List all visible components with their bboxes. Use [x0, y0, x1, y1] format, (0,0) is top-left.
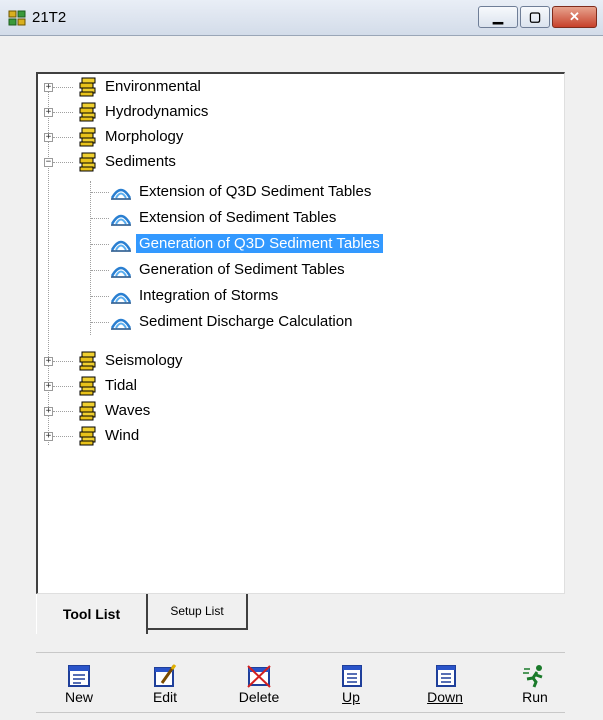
tree-line — [53, 436, 73, 437]
new-label: New — [64, 689, 93, 705]
delete-icon — [247, 665, 271, 688]
tree-item-tidal[interactable]: + Tidal — [38, 375, 558, 397]
tree-item-generation-sediment-tables[interactable]: Generation of Sediment Tables — [38, 259, 558, 281]
expand-icon[interactable]: + — [44, 432, 53, 441]
tree-line — [91, 218, 109, 219]
tree-item-label: Sediment Discharge Calculation — [139, 313, 353, 330]
expand-icon[interactable]: + — [44, 382, 53, 391]
minimize-button[interactable]: ▁ — [478, 6, 518, 28]
tree-line — [53, 411, 73, 412]
tree-item-sediments[interactable]: − Sediments — [38, 151, 558, 173]
toolbar-divider — [36, 652, 565, 653]
tree-line — [91, 296, 109, 297]
tree-item-extension-q3d-sediment-tables[interactable]: Extension of Q3D Sediment Tables — [38, 181, 558, 203]
folder-stack-icon — [79, 426, 96, 446]
folder-stack-icon — [79, 102, 96, 122]
maximize-icon: ▢ — [528, 9, 542, 24]
folder-stack-icon — [79, 376, 96, 396]
folder-stack-icon — [79, 351, 96, 371]
run-label: Run — [522, 689, 548, 705]
tree-item-environmental[interactable]: + Environmental — [38, 76, 558, 98]
move-up-icon — [342, 665, 362, 687]
tree-line — [91, 192, 109, 193]
folder-stack-icon — [79, 152, 96, 172]
up-label: Up — [342, 689, 360, 705]
tree-item-label: Hydrodynamics — [105, 103, 209, 120]
tree-item-label: Extension of Sediment Tables — [139, 209, 337, 226]
tree-item-label: Integration of Storms — [139, 287, 279, 304]
run-icon — [523, 665, 543, 688]
tree-item-label: Generation of Sediment Tables — [139, 261, 345, 278]
tree-item-waves[interactable]: + Waves — [38, 400, 558, 422]
new-icon — [68, 665, 90, 687]
window-title: 21T2 — [32, 9, 67, 26]
tab-tool-list[interactable]: Tool List — [36, 594, 148, 634]
title-bar[interactable]: 21T2 ▁ ▢ ✕ — [0, 0, 603, 36]
collapse-icon[interactable]: − — [44, 158, 53, 167]
app-icon — [8, 10, 26, 26]
expand-icon[interactable]: + — [44, 133, 53, 142]
tool-icon — [110, 188, 132, 200]
tree-line — [53, 361, 73, 362]
tree-item-label: Sediments — [105, 153, 176, 170]
edit-icon — [154, 664, 177, 687]
tool-icon — [110, 240, 132, 252]
tool-icon — [110, 292, 132, 304]
maximize-button[interactable]: ▢ — [520, 6, 550, 28]
expand-icon[interactable]: + — [44, 357, 53, 366]
expand-icon[interactable]: + — [44, 83, 53, 92]
tree-line — [53, 386, 73, 387]
folder-stack-icon — [79, 401, 96, 421]
tree-item-sediment-discharge-calculation[interactable]: Sediment Discharge Calculation — [38, 311, 558, 333]
tree-item-label: Wind — [105, 427, 140, 444]
tool-icon — [110, 266, 132, 278]
tree-item-wind[interactable]: + Wind — [38, 425, 558, 447]
expand-icon[interactable]: + — [44, 407, 53, 416]
tree-item-morphology[interactable]: + Morphology — [38, 126, 558, 148]
folder-stack-icon — [79, 77, 96, 97]
run-button[interactable]: Run — [500, 654, 570, 712]
up-button[interactable]: Up — [316, 654, 386, 712]
tool-tree[interactable]: + Environmental + Hydrodynamics + Morpho… — [36, 72, 565, 594]
folder-stack-icon — [79, 127, 96, 147]
tree-item-hydrodynamics[interactable]: + Hydrodynamics — [38, 101, 558, 123]
tree-item-label: Seismology — [105, 352, 183, 369]
delete-button[interactable]: Delete — [224, 654, 294, 712]
new-button[interactable]: New — [44, 654, 114, 712]
tool-icon — [110, 214, 132, 226]
move-down-icon — [436, 665, 456, 687]
delete-label: Delete — [238, 689, 280, 705]
close-button[interactable]: ✕ — [552, 6, 597, 28]
tree-item-label: Environmental — [105, 78, 201, 95]
tree-line — [91, 270, 109, 271]
tree-item-extension-sediment-tables[interactable]: Extension of Sediment Tables — [38, 207, 558, 229]
minimize-icon: ▁ — [493, 9, 503, 24]
tree-item-label: Waves — [105, 402, 151, 419]
tree-line — [91, 244, 109, 245]
close-icon: ✕ — [569, 9, 580, 24]
down-label: Down — [427, 689, 463, 705]
tool-icon — [110, 318, 132, 330]
tree-item-label: Generation of Q3D Sediment Tables — [136, 234, 383, 253]
tree-item-label: Morphology — [105, 128, 184, 145]
expand-icon[interactable]: + — [44, 108, 53, 117]
bottom-divider — [36, 712, 565, 713]
down-button[interactable]: Down — [410, 654, 480, 712]
tree-line — [53, 162, 73, 163]
tree-item-seismology[interactable]: + Seismology — [38, 350, 558, 372]
edit-label: Edit — [152, 689, 178, 705]
tree-line — [53, 137, 73, 138]
tree-item-label: Extension of Q3D Sediment Tables — [139, 183, 372, 200]
tab-setup-list[interactable]: Setup List — [148, 594, 248, 630]
tree-line — [53, 87, 73, 88]
tree-item-generation-q3d-sediment-tables[interactable]: Generation of Q3D Sediment Tables — [38, 233, 558, 255]
edit-button[interactable]: Edit — [130, 654, 200, 712]
tree-line — [91, 322, 109, 323]
tree-line — [53, 112, 73, 113]
tree-item-label: Tidal — [105, 377, 137, 394]
tree-item-integration-of-storms[interactable]: Integration of Storms — [38, 285, 558, 307]
